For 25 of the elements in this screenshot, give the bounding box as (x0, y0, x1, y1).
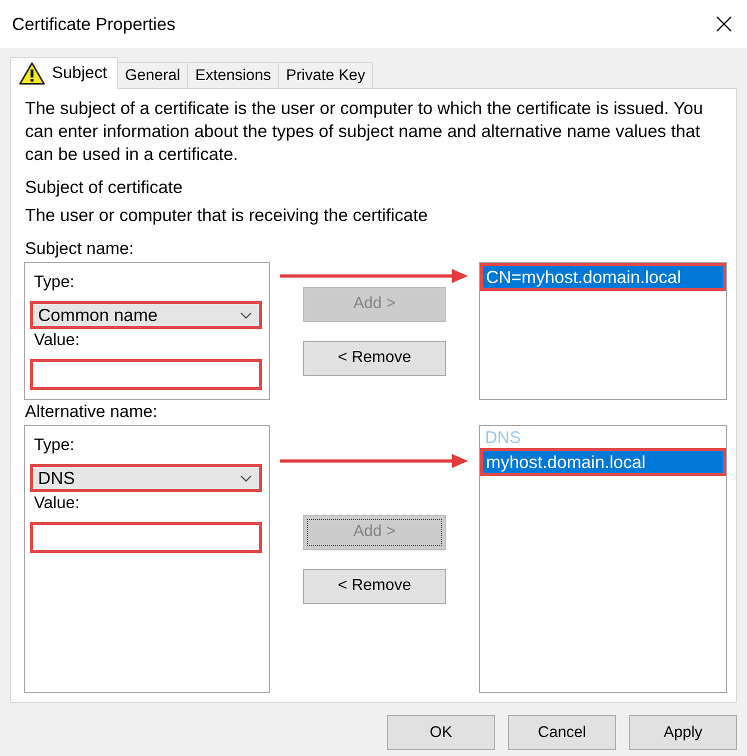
value-field[interactable] (30, 522, 262, 553)
dialog-button[interactable]: Apply (629, 715, 737, 750)
type-label: Type: (33, 435, 74, 456)
type-dropdown[interactable]: DNS (30, 464, 262, 492)
section-heading: Subject of certificate (25, 176, 184, 199)
list-group-header: DNS (484, 427, 522, 448)
chevron-down-icon (240, 474, 252, 482)
type-dropdown[interactable]: Common name (30, 301, 262, 329)
section-subheading: The user or computer that is receiving the certificate (25, 204, 429, 227)
remove-button[interactable]: < Remove (303, 340, 446, 376)
value-label: Value: (33, 493, 80, 514)
close-icon (716, 16, 732, 32)
group-label: Subject name: (25, 238, 134, 260)
chevron-down-icon (240, 312, 252, 318)
tab[interactable]: Subject (10, 57, 118, 89)
dialog-button[interactable]: OK (387, 715, 495, 750)
value-field[interactable] (30, 359, 262, 390)
remove-button[interactable]: < Remove (303, 568, 446, 604)
value-label: Value: (33, 330, 80, 351)
type-label: Type: (33, 272, 74, 293)
dialog-button[interactable]: Cancel (508, 715, 616, 750)
window-title: Certificate Properties (12, 14, 176, 34)
group-label: Alternative name: (25, 401, 158, 423)
description-text: The subject of a certificate is the user or computer to which the certificate is issued. You can enter information about the types of subject name and alternative name values that can be used in a certificate. (25, 97, 704, 166)
tab[interactable]: Private Key (278, 62, 374, 88)
